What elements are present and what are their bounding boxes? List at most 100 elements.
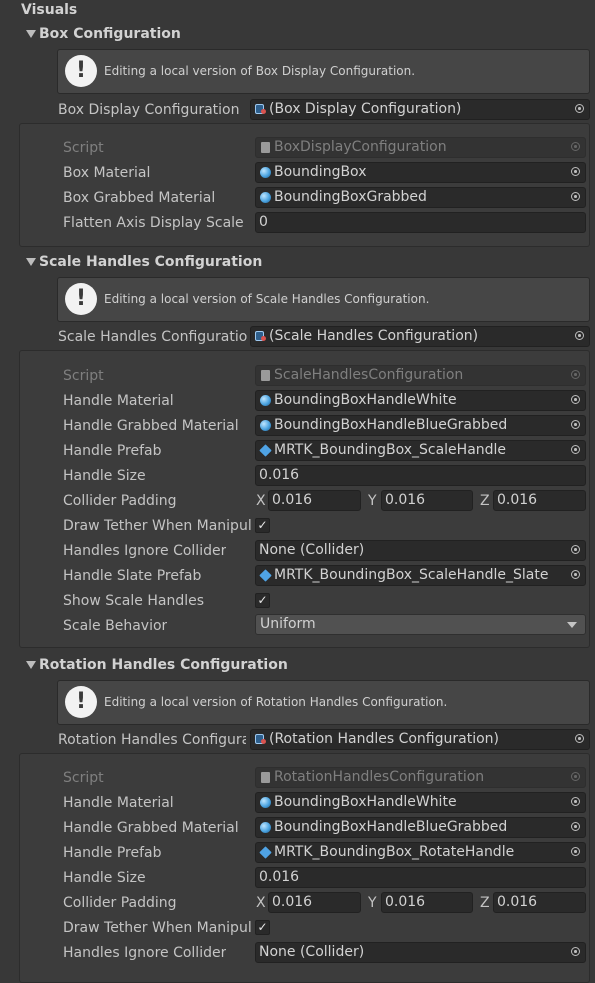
rotation-padding-z-field[interactable]: 0.016 (493, 892, 586, 913)
padding-x-label: X (256, 493, 266, 509)
show-scale-handles-label: Show Scale Handles (63, 593, 205, 609)
box-config-header[interactable]: Box Configuration (39, 24, 181, 44)
show-scale-handles-checkbox[interactable]: ✓ (255, 593, 270, 608)
object-picker-icon[interactable] (571, 822, 580, 831)
rotation-handle-material-field[interactable]: BoundingBoxHandleWhite (255, 792, 586, 813)
scale-draw-tether-label: Draw Tether When Manipulating (63, 518, 252, 534)
rotation-handle-material-label: Handle Material (63, 795, 174, 811)
rotation-help-text: Editing a local version of Rotation Hand… (104, 695, 448, 709)
object-picker-icon[interactable] (571, 797, 580, 806)
object-picker-icon[interactable] (571, 847, 580, 856)
rotation-config-header[interactable]: Rotation Handles Configuration (39, 655, 288, 675)
scale-handle-size-label: Handle Size (63, 468, 146, 484)
rotation-draw-tether-label: Draw Tether When Manipulating (63, 920, 252, 936)
object-picker-icon[interactable] (571, 192, 580, 201)
box-script-field: BoxDisplayConfiguration (255, 137, 586, 158)
prefab-icon (259, 444, 272, 457)
scale-script-label: Script (63, 368, 104, 384)
rotation-ignore-collider-field[interactable]: None (Collider) (255, 942, 586, 963)
scale-padding-x-field[interactable]: 0.016 (268, 490, 361, 511)
scale-handle-prefab-label: Handle Prefab (63, 443, 162, 459)
scale-handle-size-field[interactable]: 0.016 (255, 465, 586, 486)
box-display-config-value: (Box Display Configuration) (269, 101, 462, 117)
warning-icon: ! (65, 686, 97, 718)
scale-handles-config-value: (Scale Handles Configuration) (269, 328, 479, 344)
object-picker-icon (571, 370, 580, 379)
object-picker-icon (571, 772, 580, 781)
rotation-draw-tether-checkbox[interactable]: ✓ (255, 920, 270, 935)
section-title-visuals: Visuals (21, 2, 78, 18)
scale-handle-prefab-value: MRTK_BoundingBox_ScaleHandle (274, 442, 507, 458)
rotation-padding-x-field[interactable]: 0.016 (268, 892, 361, 913)
scale-help-text: Editing a local version of Scale Handles… (104, 292, 430, 306)
rotation-handles-config-field[interactable]: (Rotation Handles Configuration) (250, 729, 590, 750)
script-icon (261, 772, 270, 783)
scale-script-field: ScaleHandlesConfiguration (255, 365, 586, 386)
object-picker-icon[interactable] (575, 734, 584, 743)
rotation-handles-config-label: Rotation Handles Configuration (58, 732, 246, 748)
rotation-handle-size-field[interactable]: 0.016 (255, 867, 586, 888)
scale-collider-padding-label: Collider Padding (63, 493, 177, 509)
material-icon (260, 192, 271, 203)
scale-ignore-collider-value: None (Collider) (259, 542, 365, 558)
script-icon (261, 142, 270, 153)
box-script-value: BoxDisplayConfiguration (274, 139, 447, 155)
scale-help-box: ! Editing a local version of Scale Handl… (57, 277, 590, 322)
rotation-handle-grabbed-field[interactable]: BoundingBoxHandleBlueGrabbed (255, 817, 586, 838)
config-asset-icon (255, 331, 266, 341)
rotation-script-value: RotationHandlesConfiguration (274, 769, 485, 785)
box-display-config-field[interactable]: (Box Display Configuration) (250, 99, 590, 120)
scale-slate-prefab-field[interactable]: MRTK_BoundingBox_ScaleHandle_Slate (255, 565, 586, 586)
flatten-axis-field[interactable]: 0 (255, 212, 586, 233)
scale-script-value: ScaleHandlesConfiguration (274, 367, 464, 383)
object-picker-icon[interactable] (571, 947, 580, 956)
rotation-padding-y-field[interactable]: 0.016 (381, 892, 473, 913)
object-picker-icon[interactable] (571, 445, 580, 454)
scale-handle-grabbed-value: BoundingBoxHandleBlueGrabbed (274, 417, 508, 433)
object-picker-icon[interactable] (571, 167, 580, 176)
foldout-arrow-icon[interactable] (26, 29, 36, 39)
rotation-ignore-collider-value: None (Collider) (259, 944, 365, 960)
scale-behavior-label: Scale Behavior (63, 618, 168, 634)
scale-behavior-dropdown[interactable]: Uniform (255, 614, 586, 635)
rotation-handle-prefab-label: Handle Prefab (63, 845, 162, 861)
config-asset-icon (255, 734, 266, 744)
object-picker-icon[interactable] (575, 331, 584, 340)
scale-handle-prefab-field[interactable]: MRTK_BoundingBox_ScaleHandle (255, 440, 586, 461)
scale-config-header[interactable]: Scale Handles Configuration (39, 252, 262, 272)
foldout-arrow-icon[interactable] (26, 660, 36, 670)
padding-y-label: Y (368, 493, 377, 509)
box-material-label: Box Material (63, 165, 151, 181)
scale-ignore-collider-field[interactable]: None (Collider) (255, 540, 586, 561)
scale-draw-tether-checkbox[interactable]: ✓ (255, 518, 270, 533)
object-picker-icon[interactable] (575, 104, 584, 113)
object-picker-icon[interactable] (571, 570, 580, 579)
box-grabbed-material-field[interactable]: BoundingBoxGrabbed (255, 187, 586, 208)
rotation-handle-size-label: Handle Size (63, 870, 146, 886)
scale-behavior-value: Uniform (260, 616, 316, 632)
scale-ignore-collider-label: Handles Ignore Collider (63, 543, 227, 559)
scale-handle-material-field[interactable]: BoundingBoxHandleWhite (255, 390, 586, 411)
padding-z-label: Z (480, 493, 490, 509)
object-picker-icon[interactable] (571, 545, 580, 554)
box-script-label: Script (63, 140, 104, 156)
script-icon (261, 370, 270, 381)
scale-padding-z-field[interactable]: 0.016 (493, 490, 586, 511)
material-icon (260, 797, 271, 808)
prefab-icon (259, 569, 272, 582)
scale-handle-grabbed-label: Handle Grabbed Material (63, 418, 239, 434)
rotation-handle-grabbed-value: BoundingBoxHandleBlueGrabbed (274, 819, 508, 835)
scale-padding-y-field[interactable]: 0.016 (381, 490, 473, 511)
warning-icon: ! (65, 55, 97, 87)
rotation-help-box: ! Editing a local version of Rotation Ha… (57, 680, 590, 725)
flatten-axis-label: Flatten Axis Display Scale (63, 215, 244, 231)
object-picker-icon[interactable] (571, 395, 580, 404)
foldout-arrow-icon[interactable] (26, 257, 36, 267)
scale-handles-config-field[interactable]: (Scale Handles Configuration) (250, 326, 590, 347)
object-picker-icon[interactable] (571, 420, 580, 429)
rotation-collider-padding-label: Collider Padding (63, 895, 177, 911)
box-help-text: Editing a local version of Box Display C… (104, 64, 416, 78)
scale-handle-grabbed-field[interactable]: BoundingBoxHandleBlueGrabbed (255, 415, 586, 436)
rotation-handle-prefab-field[interactable]: MRTK_BoundingBox_RotateHandle (255, 842, 586, 863)
box-material-field[interactable]: BoundingBox (255, 162, 586, 183)
